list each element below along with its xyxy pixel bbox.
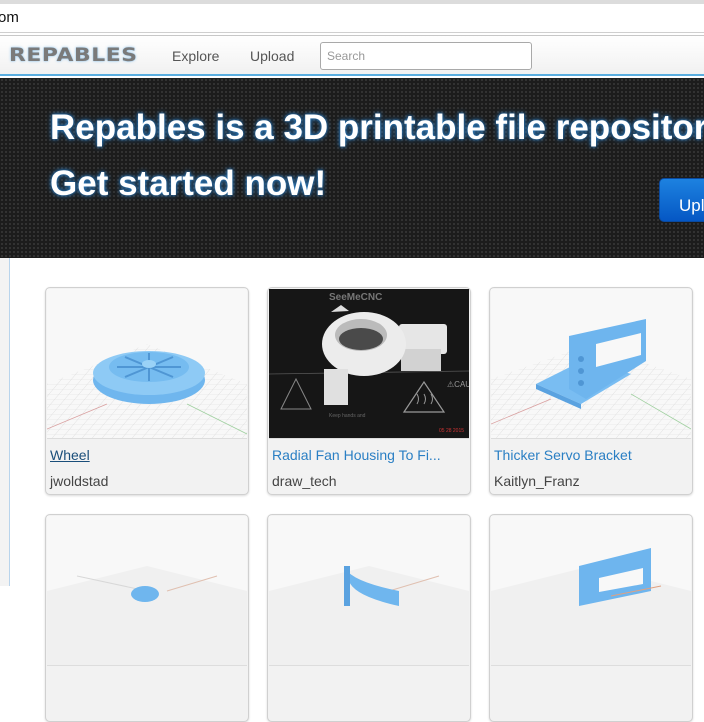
hero-subheadline: Get started now! [50,164,327,203]
svg-text:05 28 2015: 05 28 2015 [439,428,464,434]
curved-panel-thumbnail[interactable] [269,516,469,666]
servo-bracket-thumbnail[interactable] [491,289,691,439]
model-card[interactable]: Thicker Servo Bracket Kaitlyn_Franz [489,287,693,495]
fan-housing-thumbnail[interactable]: SeeMeCNC ⚠CAU Keep hands and 05 28 2015 [269,289,469,439]
wheel-model-thumbnail[interactable] [47,289,247,439]
site-logo[interactable]: REPABLES [9,44,138,66]
svg-text:Keep hands and: Keep hands and [329,413,366,419]
nav-upload-link[interactable]: Upload [250,48,294,64]
model-thumbnail[interactable] [47,516,247,666]
model-card[interactable] [489,514,693,722]
model-title-link[interactable]: Thicker Servo Bracket [494,447,632,463]
nav-explore-link[interactable]: Explore [172,48,219,64]
model-render-image [47,566,247,665]
model-card[interactable] [267,514,471,722]
left-gutter [0,258,10,586]
model-author[interactable]: jwoldstad [50,473,108,489]
model-card[interactable] [45,514,249,722]
fan-housing-photo: SeeMeCNC ⚠CAU Keep hands and 05 28 2015 [269,289,469,438]
browser-address-bar[interactable]: om [0,0,704,36]
curved-panel-render-image [269,566,469,665]
model-title-link[interactable]: Wheel [50,447,90,463]
servo-bracket-render-image [491,319,691,438]
hero-upload-button[interactable]: Upload [659,178,704,222]
wheel-render-image [47,344,247,438]
address-text[interactable]: om [0,9,19,26]
model-author[interactable]: Kaitlyn_Franz [494,473,580,489]
site-navbar: REPABLES Explore Upload [0,36,704,76]
model-title-link[interactable]: Radial Fan Housing To Fi... [272,447,441,463]
frame-bracket-thumbnail[interactable] [491,516,691,666]
model-author[interactable]: draw_tech [272,473,337,489]
frame-bracket-render-image [491,548,691,665]
svg-text:SeeMeCNC: SeeMeCNC [329,292,382,303]
svg-text:⚠CAU: ⚠CAU [447,380,469,389]
model-card[interactable]: SeeMeCNC ⚠CAU Keep hands and 05 28 2015 … [267,287,471,495]
search-input[interactable] [320,42,532,70]
hero-headline: Repables is a 3D printable file reposito… [50,108,704,147]
address-bar-divider [0,32,704,33]
hero-banner: Repables is a 3D printable file reposito… [0,78,704,258]
model-card[interactable]: Wheel jwoldstad [45,287,249,495]
